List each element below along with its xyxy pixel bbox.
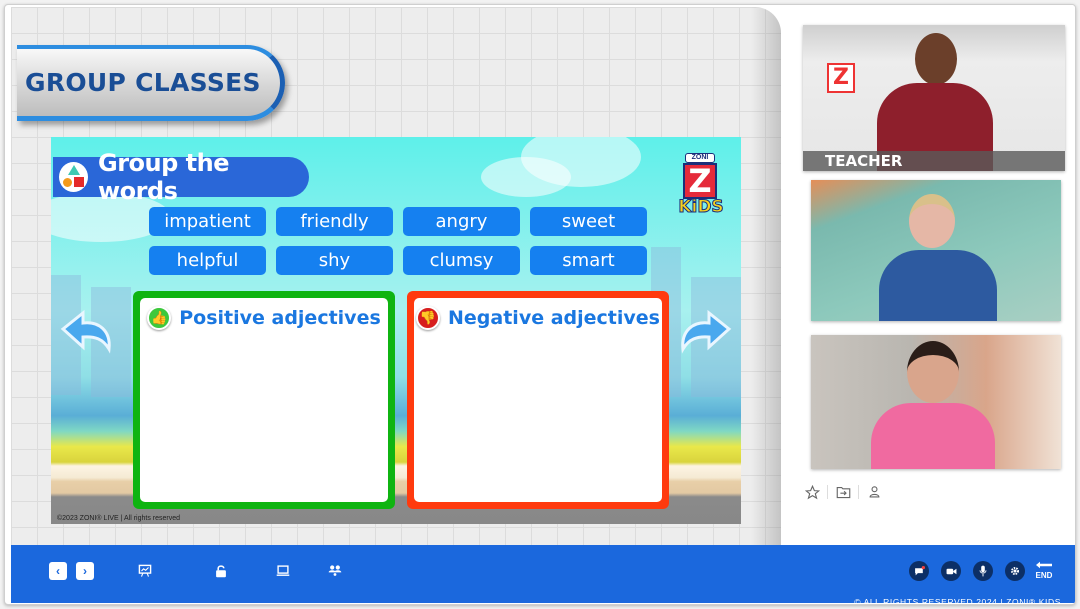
teacher-video[interactable]: Z TEACHER	[803, 25, 1065, 171]
user-icon[interactable]	[865, 483, 883, 501]
previous-button[interactable]: ‹	[49, 562, 67, 580]
word-tile[interactable]: friendly	[276, 207, 393, 236]
word-tile[interactable]: shy	[276, 246, 393, 275]
arrow-left-icon	[1036, 561, 1052, 569]
activity-slide: Group the words ZONI Z KiDS impatient fr…	[51, 137, 741, 524]
cloud	[481, 157, 571, 197]
negative-adjectives-dropzone[interactable]: 👎 Negative adjectives	[407, 291, 669, 509]
microphone-icon[interactable]	[973, 561, 993, 581]
chat-icon[interactable]	[909, 561, 929, 581]
bottom-toolbar: ‹ › END © ALL RIGHTS RESERVED 2024 | ZON…	[11, 545, 1075, 605]
word-tile[interactable]: angry	[403, 207, 520, 236]
word-tile[interactable]: impatient	[149, 207, 266, 236]
slide-copyright: ©2023 ZONI® LIVE | All rights reserved	[57, 515, 181, 522]
sorting-icon	[59, 162, 88, 192]
participant-tools	[803, 483, 883, 501]
thumbs-up-icon: 👍	[147, 306, 172, 330]
teacher-label: TEACHER	[803, 151, 1065, 171]
end-call-button[interactable]: END	[1033, 561, 1055, 583]
end-label: END	[1035, 571, 1053, 580]
word-tile[interactable]: sweet	[530, 207, 647, 236]
group-icon[interactable]	[327, 563, 343, 579]
group-classes-banner: GROUP CLASSES	[17, 45, 285, 121]
word-tile[interactable]: smart	[530, 246, 647, 275]
folder-move-icon[interactable]	[834, 483, 852, 501]
activity-title-text: Group the words	[98, 149, 229, 205]
student-head	[907, 341, 959, 403]
student-video[interactable]	[811, 180, 1061, 321]
teacher-wall-logo: Z	[827, 63, 855, 93]
next-button[interactable]: ›	[76, 562, 94, 580]
student-head	[909, 194, 955, 248]
word-tile[interactable]: clumsy	[403, 246, 520, 275]
stage-shadow	[751, 7, 781, 547]
teacher-head	[915, 33, 957, 85]
word-tile[interactable]: helpful	[149, 246, 266, 275]
student-video[interactable]	[811, 335, 1061, 469]
student-body	[871, 403, 995, 469]
logo-letter: Z	[683, 163, 717, 199]
thumbs-down-icon: 👎	[416, 306, 441, 330]
classroom-stage: GROUP CLASSES Group the words ZONI Z KiD…	[11, 7, 781, 547]
previous-slide-arrow-icon[interactable]	[59, 309, 115, 355]
lock-icon[interactable]	[213, 563, 229, 579]
banner-title: GROUP CLASSES	[25, 68, 261, 97]
student-body	[879, 250, 997, 321]
word-bank: impatient friendly angry sweet helpful s…	[149, 207, 653, 275]
divider	[858, 485, 859, 499]
positive-adjectives-dropzone[interactable]: 👍 Positive adjectives	[133, 291, 395, 509]
footer-copyright: © ALL RIGHTS RESERVED 2024 | ZONI® KIDS	[854, 597, 1061, 605]
whiteboard-icon[interactable]	[137, 563, 153, 579]
category-label: Negative adjectives	[448, 307, 660, 329]
screen-icon[interactable]	[275, 563, 291, 579]
activity-title: Group the words	[53, 149, 309, 205]
star-icon[interactable]	[803, 483, 821, 501]
participants-panel: Z TEACHER	[795, 5, 1075, 545]
divider	[827, 485, 828, 499]
settings-icon[interactable]	[1005, 561, 1025, 581]
zoni-kids-logo: ZONI Z KiDS	[673, 153, 729, 223]
camera-icon[interactable]	[941, 561, 961, 581]
category-label: Positive adjectives	[179, 307, 381, 329]
app-window: GROUP CLASSES Group the words ZONI Z KiD…	[4, 4, 1076, 605]
logo-bottom: KiDS	[678, 197, 724, 218]
next-slide-arrow-icon[interactable]	[677, 309, 733, 355]
